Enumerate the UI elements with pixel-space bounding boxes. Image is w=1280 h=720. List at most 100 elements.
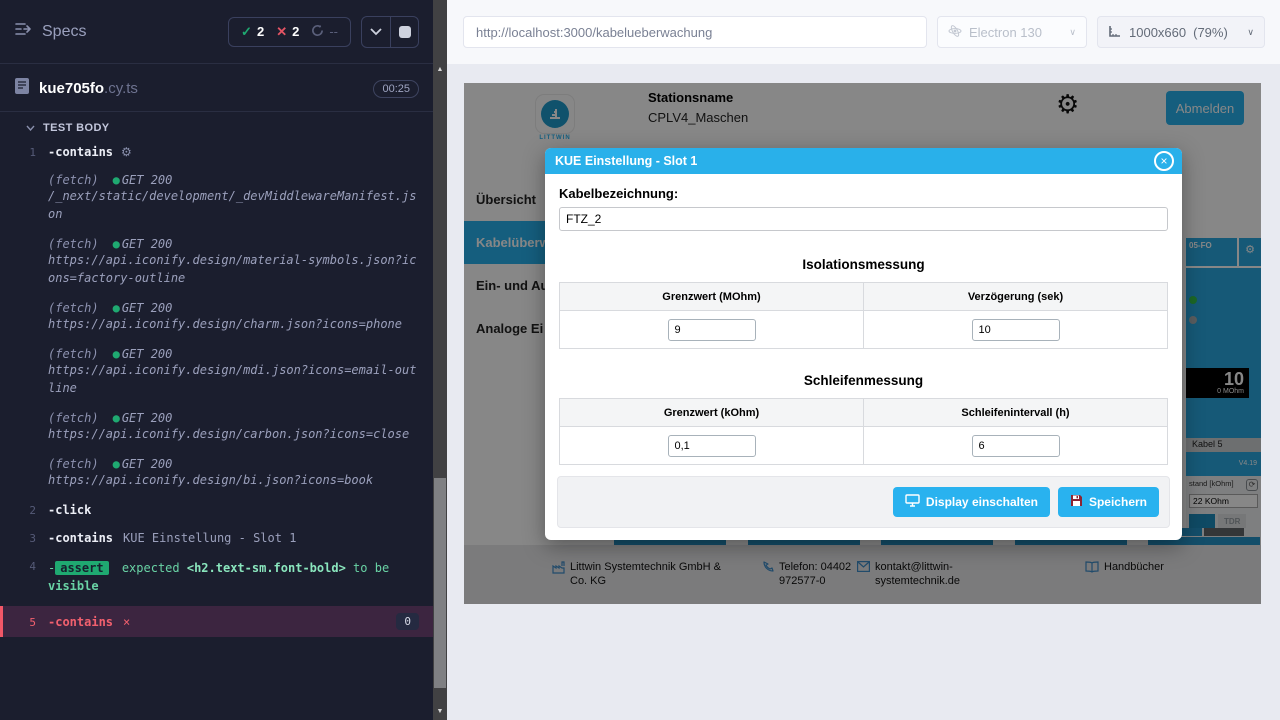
- electron-icon: [948, 24, 962, 41]
- viewport-selector[interactable]: 1000x660 (79%) ∨: [1097, 16, 1265, 48]
- column-header: Verzögerung (sek): [864, 283, 1168, 311]
- close-icon[interactable]: ×: [1154, 151, 1174, 171]
- cypress-sidebar: Specs ✓ 2 ✕ 2 --: [0, 0, 433, 720]
- assert-row[interactable]: 4 -assert expected <h2.text-sm.font-bold…: [0, 556, 433, 598]
- command-number: 3: [0, 531, 48, 545]
- stop-icon: [399, 26, 411, 38]
- grenzwert-mohm-input[interactable]: [668, 319, 756, 341]
- assert-badge: assert: [55, 561, 108, 575]
- column-header: Grenzwert (kOhm): [560, 399, 864, 427]
- command-row[interactable]: 3 -contains KUE Einstellung - Slot 1: [0, 528, 433, 548]
- sidebar-scrollbar[interactable]: ▲ ▼: [433, 0, 447, 720]
- modal-header: KUE Einstellung - Slot 1 ×: [545, 148, 1182, 174]
- fetch-status: GET 200: [122, 347, 173, 361]
- status-dot-icon: ●: [113, 173, 120, 187]
- speichern-button[interactable]: Speichern: [1058, 487, 1159, 517]
- check-icon: ✓: [241, 24, 252, 40]
- kabelbezeichnung-input[interactable]: [559, 207, 1168, 231]
- url-input[interactable]: [463, 16, 927, 48]
- display-einschalten-button[interactable]: Display einschalten: [893, 487, 1050, 517]
- fetch-status: GET 200: [122, 457, 173, 471]
- assert-text: expected: [122, 561, 180, 575]
- status-dot-icon: ●: [113, 237, 120, 251]
- save-button-label: Speichern: [1089, 495, 1147, 509]
- verzoegerung-input[interactable]: [972, 319, 1060, 341]
- browser-selector[interactable]: Electron 130 ∨: [937, 16, 1087, 48]
- fetch-status: GET 200: [122, 301, 173, 315]
- match-count-badge: 0: [396, 613, 419, 630]
- runner-header: Specs ✓ 2 ✕ 2 --: [0, 0, 433, 64]
- pending-count: --: [329, 24, 338, 39]
- scroll-down-icon[interactable]: ▼: [433, 704, 447, 718]
- isolation-table: Grenzwert (MOhm) Verzögerung (sek): [559, 282, 1168, 349]
- fetch-prefix: (fetch): [48, 173, 99, 187]
- failed-command-row[interactable]: 5 -contains × 0: [0, 606, 433, 637]
- command-name: -click: [48, 503, 91, 517]
- display-button-label: Display einschalten: [926, 495, 1038, 509]
- spec-name: kue705fo: [39, 80, 104, 97]
- fetch-url: https://api.iconify.design/carbon.json?i…: [48, 425, 419, 443]
- command-row[interactable]: 2 -click: [0, 500, 433, 520]
- fetch-url: https://api.iconify.design/bi.json?icons…: [48, 471, 419, 489]
- display-icon: [905, 494, 920, 510]
- chevron-down-icon: [370, 24, 382, 39]
- app-under-test: LITTWIN Stationsname CPLV4_Maschen ⚙ Abm…: [464, 83, 1261, 604]
- fetch-prefix: (fetch): [48, 411, 99, 425]
- fetch-status: GET 200: [122, 411, 173, 425]
- specs-menu-icon[interactable]: [14, 21, 32, 42]
- testbody-toggle[interactable]: TEST BODY: [0, 112, 433, 138]
- fetch-log[interactable]: (fetch)●GET 200 https://api.iconify.desi…: [0, 408, 433, 446]
- schleifen-table: Grenzwert (kOhm) Schleifenintervall (h): [559, 398, 1168, 465]
- viewport-zoom: (79%): [1193, 25, 1228, 40]
- isolationsmessung-heading: Isolationsmessung: [545, 257, 1182, 272]
- spec-timer: 00:25: [373, 80, 419, 98]
- fetch-url: https://api.iconify.design/mdi.json?icon…: [48, 361, 419, 397]
- modal-title: KUE Einstellung - Slot 1: [555, 154, 697, 168]
- command-arg: KUE Einstellung - Slot 1: [123, 531, 296, 545]
- fetch-url: /_next/static/development/_devMiddleware…: [48, 187, 419, 223]
- command-number: 2: [0, 503, 48, 517]
- testbody-label: TEST BODY: [43, 122, 110, 134]
- column-header: Grenzwert (MOhm): [560, 283, 864, 311]
- kabel-label: Kabelbezeichnung:: [559, 186, 1168, 201]
- schleifenintervall-input[interactable]: [972, 435, 1060, 457]
- command-name: -contains: [48, 531, 113, 545]
- document-icon: [14, 77, 30, 100]
- fetch-prefix: (fetch): [48, 237, 99, 251]
- fetch-status: GET 200: [122, 173, 173, 187]
- status-dot-icon: ●: [113, 301, 120, 315]
- command-row[interactable]: 1 -contains⚙: [0, 142, 433, 162]
- fetch-log[interactable]: (fetch)●GET 200 https://api.iconify.desi…: [0, 298, 433, 336]
- scrollbar-thumb[interactable]: [434, 478, 446, 688]
- browser-pane: Electron 130 ∨ 1000x660 (79%) ∨ LITTWIN …: [447, 0, 1280, 720]
- scroll-up-icon[interactable]: ▲: [433, 62, 447, 76]
- spec-ext: .cy.ts: [104, 80, 138, 97]
- assert-selector: <h2.text-sm.font-bold>: [187, 561, 346, 575]
- chevron-down-icon: ∨: [1247, 27, 1254, 38]
- specs-label[interactable]: Specs: [42, 23, 86, 41]
- test-stats: ✓ 2 ✕ 2 --: [228, 17, 351, 47]
- grenzwert-kohm-input[interactable]: [668, 435, 756, 457]
- runner-controls: [361, 16, 419, 48]
- ruler-icon: [1108, 24, 1122, 41]
- command-name: -contains: [48, 615, 113, 629]
- fetch-log[interactable]: (fetch)●GET 200 https://api.iconify.desi…: [0, 234, 433, 290]
- stop-button[interactable]: [390, 17, 418, 47]
- schleifenmessung-heading: Schleifenmessung: [545, 373, 1182, 388]
- passed-count: 2: [257, 24, 264, 39]
- browser-toolbar: Electron 130 ∨ 1000x660 (79%) ∨: [447, 0, 1280, 64]
- spec-row[interactable]: kue705fo.cy.ts 00:25: [0, 64, 433, 112]
- save-floppy-icon: [1070, 494, 1083, 510]
- chevron-down-icon: ∨: [1069, 27, 1076, 38]
- fetch-log[interactable]: (fetch) ●GET 200 /_next/static/developmen…: [0, 170, 433, 226]
- fetch-log[interactable]: (fetch)●GET 200 https://api.iconify.desi…: [0, 344, 433, 400]
- modal-footer: Display einschalten Speichern: [557, 476, 1170, 528]
- collapse-button[interactable]: [362, 17, 390, 47]
- command-name: -contains: [48, 145, 113, 159]
- viewport-size: 1000x660: [1129, 25, 1186, 40]
- fetch-prefix: (fetch): [48, 301, 99, 315]
- fetch-url: https://api.iconify.design/material-symb…: [48, 251, 419, 287]
- fetch-log[interactable]: (fetch)●GET 200 https://api.iconify.desi…: [0, 454, 433, 492]
- kue-settings-modal: KUE Einstellung - Slot 1 × Kabelbezeichn…: [545, 148, 1182, 540]
- command-number: 4: [0, 559, 48, 595]
